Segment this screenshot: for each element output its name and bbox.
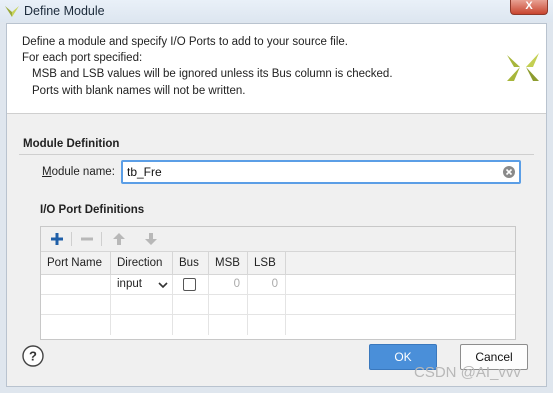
direction-select[interactable]: input bbox=[111, 275, 173, 295]
table-cell bbox=[173, 315, 209, 335]
module-definition-title: Module Definition bbox=[23, 138, 120, 150]
port-name-cell[interactable] bbox=[41, 275, 111, 295]
direction-value: input bbox=[117, 278, 142, 290]
svg-text:?: ? bbox=[29, 349, 37, 364]
table-cell bbox=[173, 295, 209, 315]
bus-cell bbox=[173, 275, 209, 295]
toolbar-separator bbox=[71, 232, 72, 246]
lsb-cell[interactable]: 0 bbox=[248, 275, 286, 295]
msb-cell[interactable]: 0 bbox=[209, 275, 248, 295]
module-name-label: Module name: bbox=[42, 166, 115, 178]
table-cell bbox=[41, 315, 111, 335]
clear-icon[interactable] bbox=[502, 165, 516, 179]
column-header-bus[interactable]: Bus bbox=[173, 252, 209, 274]
window-title: Define Module bbox=[24, 4, 105, 18]
remove-port-button[interactable] bbox=[77, 229, 97, 249]
table-cell bbox=[209, 315, 248, 335]
description-line-1: Define a module and specify I/O Ports to… bbox=[22, 36, 349, 48]
description-header: Define a module and specify I/O Ports to… bbox=[7, 24, 546, 114]
table-cell bbox=[111, 315, 173, 335]
table-cell bbox=[41, 295, 111, 315]
table-cell bbox=[248, 295, 286, 315]
section-divider bbox=[19, 154, 534, 155]
table-row bbox=[41, 315, 515, 335]
column-header-msb[interactable]: MSB bbox=[209, 252, 248, 274]
add-port-button[interactable] bbox=[47, 229, 67, 249]
move-down-button[interactable] bbox=[141, 229, 161, 249]
toolbar-separator bbox=[101, 232, 102, 246]
column-header-direction[interactable]: Direction bbox=[111, 252, 173, 274]
help-icon: ? bbox=[22, 345, 44, 367]
io-ports-panel: Port Name Direction Bus MSB LSB input 0 bbox=[40, 226, 516, 340]
description-line-4: Ports with blank names will not be writt… bbox=[32, 85, 246, 97]
vivado-logo-icon bbox=[5, 6, 19, 17]
table-row bbox=[41, 295, 515, 315]
close-icon: X bbox=[525, 0, 533, 12]
module-name-field[interactable]: tb_Fre bbox=[121, 160, 521, 184]
msb-value: 0 bbox=[233, 278, 240, 290]
description-line-3: MSB and LSB values will be ignored unles… bbox=[32, 68, 393, 80]
description-line-2: For each port specified: bbox=[22, 52, 143, 64]
module-name-value: tb_Fre bbox=[127, 165, 162, 179]
column-header-lsb[interactable]: LSB bbox=[248, 252, 286, 274]
chevron-down-icon bbox=[158, 282, 168, 289]
move-up-button[interactable] bbox=[109, 229, 129, 249]
table-cell bbox=[248, 315, 286, 335]
column-header-port-name[interactable]: Port Name bbox=[41, 252, 111, 274]
lsb-value: 0 bbox=[271, 278, 278, 290]
dialog-body: Define a module and specify I/O Ports to… bbox=[6, 23, 547, 387]
ports-toolbar bbox=[41, 227, 515, 251]
xilinx-logo-icon bbox=[507, 53, 539, 81]
table-cell bbox=[209, 295, 248, 315]
help-button[interactable]: ? bbox=[22, 345, 44, 367]
ports-table-header: Port Name Direction Bus MSB LSB bbox=[41, 251, 515, 275]
table-row: input 0 0 bbox=[41, 275, 515, 295]
io-ports-title: I/O Port Definitions bbox=[40, 204, 145, 216]
table-cell bbox=[111, 295, 173, 315]
close-button[interactable]: X bbox=[510, 0, 548, 15]
watermark-text: CSDN @AI_vvv bbox=[414, 364, 521, 381]
bus-checkbox[interactable] bbox=[183, 278, 196, 291]
title-bar: Define Module X bbox=[0, 0, 553, 22]
